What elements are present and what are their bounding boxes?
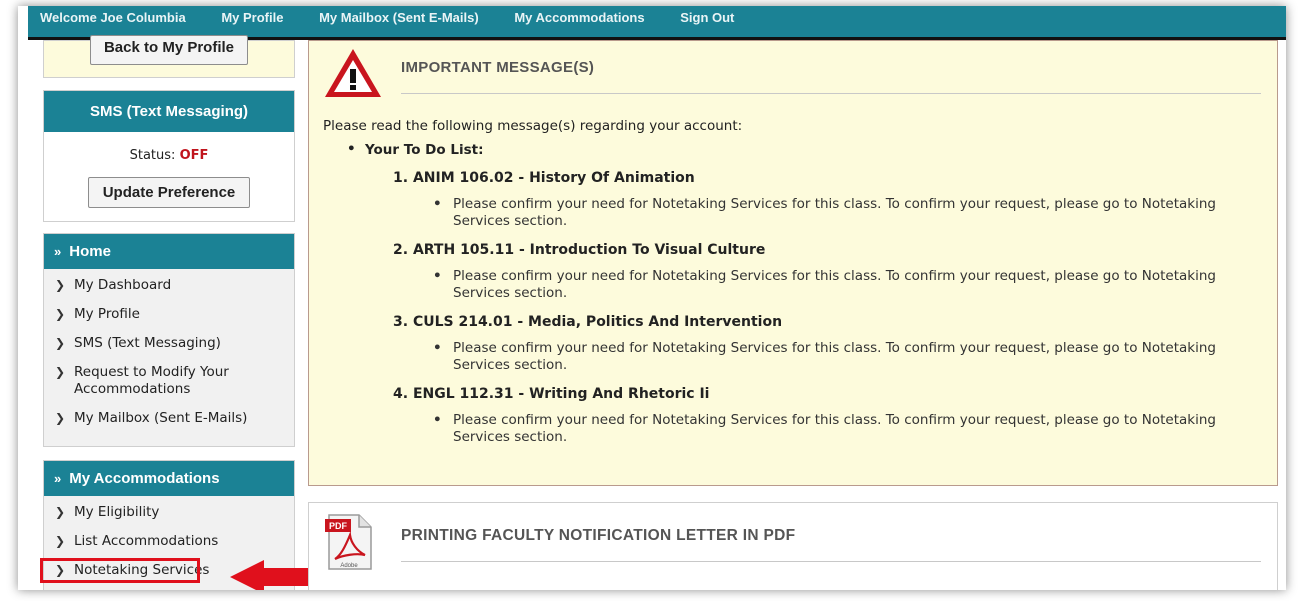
course-note: Please confirm your need for Notetaking … [433, 412, 1247, 446]
sidebar-item-label: My Mailbox (Sent E-Mails) [74, 410, 248, 426]
update-preference-button[interactable]: Update Preference [88, 177, 250, 208]
messages-intro: Please read the following message(s) reg… [323, 118, 743, 134]
chevron-right-icon: ❯ [55, 411, 66, 425]
sms-status-label: Status: [129, 148, 176, 163]
todo-item: 3. CULS 214.01 - Media, Politics And Int… [393, 314, 1247, 374]
home-menu-title: Home [69, 243, 111, 260]
chevron-right-icon: ❯ [55, 336, 66, 350]
double-chevron-down-icon: » [54, 471, 62, 486]
sidebar-item-my-profile[interactable]: ❯ My Profile [44, 306, 294, 323]
welcome-text: Welcome Joe Columbia [40, 10, 186, 25]
course-name: ENGL 112.31 - Writing And Rhetoric Ii [412, 386, 710, 402]
sidebar-item-my-dashboard[interactable]: ❯ My Dashboard [44, 277, 294, 294]
home-menu-header[interactable]: » Home [44, 234, 294, 269]
course-note: Please confirm your need for Notetaking … [433, 340, 1247, 374]
chevron-right-icon: ❯ [55, 563, 66, 577]
important-messages-panel: IMPORTANT MESSAGE(S) Please read the fol… [308, 40, 1278, 486]
course-number: 3. [393, 314, 409, 330]
sidebar-item-label: My Dashboard [74, 277, 172, 293]
course-name: ANIM 106.02 - History Of Animation [412, 170, 695, 186]
pdf-icon-label: PDF [329, 521, 348, 531]
chevron-right-icon: ❯ [55, 505, 66, 519]
sidebar-item-list-accommodations[interactable]: ❯ List Accommodations [44, 533, 294, 550]
sms-status: Status: OFF [44, 148, 294, 163]
course-name: CULS 214.01 - Media, Politics And Interv… [412, 314, 783, 330]
nav-my-profile[interactable]: My Profile [221, 10, 283, 25]
sms-panel: SMS (Text Messaging) Status: OFF Update … [43, 90, 295, 222]
sidebar-item-label: My Eligibility [74, 504, 160, 520]
course-name: ARTH 105.11 - Introduction To Visual Cul… [412, 242, 766, 258]
course-number: 2. [393, 242, 409, 258]
course-number: 4. [393, 386, 409, 402]
screenshot-frame: Welcome Joe Columbia My Profile My Mailb… [18, 6, 1286, 590]
nav-my-accommodations[interactable]: My Accommodations [514, 10, 644, 25]
pdf-letter-panel: PDF Adobe PRINTING FACULTY NOTIFICATION … [308, 502, 1278, 590]
chevron-right-icon: ❯ [55, 278, 66, 292]
sms-panel-title: SMS (Text Messaging) [44, 91, 294, 132]
chevron-right-icon: ❯ [55, 365, 66, 379]
course-note: Please confirm your need for Notetaking … [433, 268, 1247, 302]
pdf-letter-title: PRINTING FACULTY NOTIFICATION LETTER IN … [401, 527, 796, 544]
nav-sign-out[interactable]: Sign Out [680, 10, 734, 25]
todo-list-title: Your To Do List: [345, 141, 1247, 158]
sidebar-item-request-modify[interactable]: ❯ Request to Modify Your Accommodations [44, 364, 294, 398]
sidebar-item-label: My Profile [74, 306, 140, 322]
course-note: Please confirm your need for Notetaking … [433, 196, 1247, 230]
accommodations-menu-header[interactable]: » My Accommodations [44, 461, 294, 496]
messages-body: Please read the following message(s) reg… [323, 118, 1247, 446]
pdf-icon-brand: Adobe [340, 563, 358, 569]
course-title: 4. ENGL 112.31 - Writing And Rhetoric Ii [393, 386, 1247, 402]
sms-status-value: OFF [179, 148, 209, 163]
accommodations-menu-title: My Accommodations [69, 470, 220, 487]
pdf-file-icon: PDF Adobe [325, 514, 372, 570]
double-chevron-down-icon: » [54, 244, 62, 259]
sidebar-item-label: Notetaking Services [74, 562, 210, 578]
sidebar-item-label: List Accommodations [74, 533, 219, 549]
todo-item: 2. ARTH 105.11 - Introduction To Visual … [393, 242, 1247, 302]
course-title: 1. ANIM 106.02 - History Of Animation [393, 170, 1247, 186]
chevron-right-icon: ❯ [55, 534, 66, 548]
home-menu: » Home ❯ My Dashboard ❯ My Profile ❯ SMS (Te… [43, 233, 295, 447]
back-to-profile-button[interactable]: Back to My Profile [90, 35, 248, 65]
course-number: 1. [393, 170, 409, 186]
sidebar-item-my-eligibility[interactable]: ❯ My Eligibility [44, 504, 294, 521]
sidebar-item-label: SMS (Text Messaging) [74, 335, 221, 351]
divider [401, 93, 1261, 94]
warning-icon [325, 49, 381, 97]
sidebar-item-my-mailbox[interactable]: ❯ My Mailbox (Sent E-Mails) [44, 410, 294, 427]
todo-item: 4. ENGL 112.31 - Writing And Rhetoric Ii… [393, 386, 1247, 446]
back-panel: Back to My Profile [43, 35, 295, 78]
todo-item: 1. ANIM 106.02 - History Of Animation Pl… [393, 170, 1247, 230]
chevron-right-icon: ❯ [55, 307, 66, 321]
course-title: 2. ARTH 105.11 - Introduction To Visual … [393, 242, 1247, 258]
sidebar-item-sms[interactable]: ❯ SMS (Text Messaging) [44, 335, 294, 352]
nav-my-mailbox[interactable]: My Mailbox (Sent E-Mails) [319, 10, 479, 25]
important-messages-title: IMPORTANT MESSAGE(S) [401, 59, 595, 76]
course-title: 3. CULS 214.01 - Media, Politics And Int… [393, 314, 1247, 330]
sidebar-item-label: Request to Modify Your Accommodations [74, 364, 229, 397]
divider [401, 561, 1261, 562]
